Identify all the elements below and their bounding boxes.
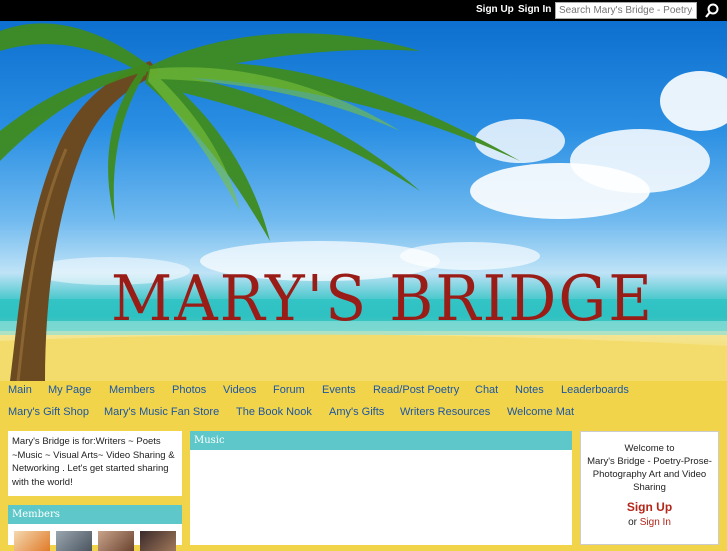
nav-item-videos[interactable]: Videos (223, 384, 256, 396)
welcome-signin-row: or Sign In (581, 517, 718, 528)
top-bar: Sign Up Sign In (0, 0, 727, 21)
welcome-signup-link[interactable]: Sign Up (581, 500, 718, 514)
welcome-box: Welcome to Mary's Bridge - Poetry-Prose-… (580, 431, 719, 545)
music-box: Music (190, 431, 572, 545)
welcome-site-name: Mary's Bridge - Poetry-Prose-Photography… (587, 456, 712, 493)
nav-item-events[interactable]: Events (322, 384, 356, 396)
site-title[interactable]: MARY'S BRIDGE (0, 262, 727, 336)
nav-item-book-nook[interactable]: The Book Nook (236, 406, 312, 418)
nav-item-members[interactable]: Members (109, 384, 155, 396)
welcome-line: Welcome to (624, 443, 675, 454)
welcome-heading: Welcome to Mary's Bridge - Poetry-Prose-… (581, 442, 718, 494)
member-avatar[interactable] (140, 531, 176, 551)
signin-link[interactable]: Sign In (518, 4, 551, 15)
member-avatar[interactable] (14, 531, 50, 551)
search-icon[interactable] (702, 2, 722, 19)
member-avatar[interactable] (98, 531, 134, 551)
nav-item-gift-shop[interactable]: Mary's Gift Shop (8, 406, 89, 418)
nav-item-welcome-mat[interactable]: Welcome Mat (507, 406, 574, 418)
or-text: or (628, 517, 637, 528)
members-header[interactable]: Members (8, 505, 182, 524)
main-nav: Main My Page Members Photos Videos Forum… (0, 381, 727, 425)
search-input[interactable] (555, 2, 697, 19)
nav-item-my-page[interactable]: My Page (48, 384, 91, 396)
member-avatar[interactable] (56, 531, 92, 551)
nav-item-notes[interactable]: Notes (515, 384, 544, 396)
signup-link[interactable]: Sign Up (476, 4, 514, 15)
nav-item-forum[interactable]: Forum (273, 384, 305, 396)
header-banner: MARY'S BRIDGE (0, 21, 727, 381)
nav-item-read-post-poetry[interactable]: Read/Post Poetry (373, 384, 459, 396)
welcome-signin-link[interactable]: Sign In (640, 517, 671, 528)
nav-item-main[interactable]: Main (8, 384, 32, 396)
nav-item-chat[interactable]: Chat (475, 384, 498, 396)
music-header[interactable]: Music (190, 431, 572, 450)
nav-item-leaderboards[interactable]: Leaderboards (561, 384, 629, 396)
nav-item-amys-gifts[interactable]: Amy's Gifts (329, 406, 384, 418)
intro-box: Mary's Bridge is for:Writers ~ Poets ~Mu… (8, 431, 182, 496)
nav-item-photos[interactable]: Photos (172, 384, 206, 396)
nav-item-writers-resources[interactable]: Writers Resources (400, 406, 490, 418)
members-box: Members (8, 505, 182, 551)
nav-item-music-fan-store[interactable]: Mary's Music Fan Store (104, 406, 219, 418)
intro-text: Mary's Bridge is for:Writers ~ Poets ~Mu… (12, 436, 175, 488)
